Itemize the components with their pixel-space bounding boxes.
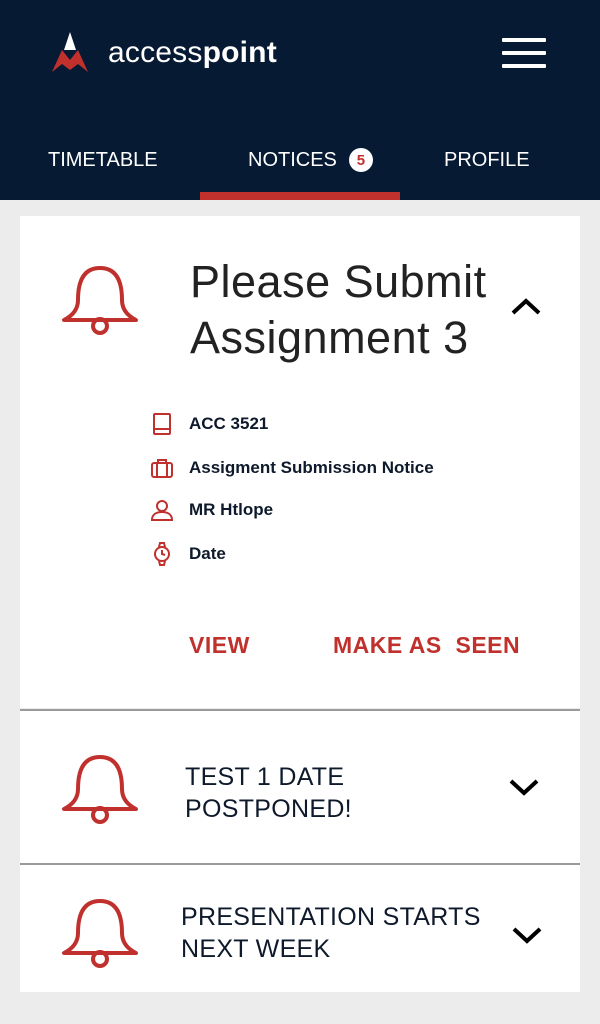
notice-card[interactable]: TEST 1 DATE POSTPONED!	[20, 709, 580, 864]
active-tab-indicator	[200, 192, 400, 200]
app-header: accesspoint TIMETABLE NOTICES 5 PROFILE	[0, 0, 600, 200]
accesspoint-logo	[52, 32, 88, 72]
briefcase-icon	[151, 459, 173, 478]
chevron-down-icon[interactable]	[511, 925, 543, 945]
tab-label: PROFILE	[444, 148, 530, 171]
notice-title: TEST 1 DATE POSTPONED!	[185, 763, 352, 823]
watch-icon	[154, 542, 170, 566]
chevron-down-icon[interactable]	[508, 777, 540, 797]
notice-card[interactable]: PRESENTATION STARTS NEXT WEEK	[20, 863, 580, 992]
notice-card[interactable]: Please Submit Assignment 3 ACC 3521 Assi…	[20, 216, 580, 708]
tab-label: TIMETABLE	[48, 148, 158, 171]
notice-title: Please Submit Assignment 3	[190, 256, 487, 363]
book-icon	[153, 413, 171, 435]
course-code-row: ACC 3521	[150, 412, 268, 436]
tab-profile[interactable]: PROFILE	[444, 140, 530, 180]
notice-title: PRESENTATION STARTS NEXT WEEK	[181, 903, 481, 963]
bell-icon	[62, 755, 138, 824]
lecturer-row: MR Htlope	[150, 498, 273, 522]
chevron-up-icon[interactable]	[510, 296, 542, 316]
date-row: Date	[150, 542, 226, 566]
brand-name: accesspoint	[108, 36, 277, 69]
view-button[interactable]: VIEW	[189, 632, 250, 659]
tab-timetable[interactable]: TIMETABLE	[48, 140, 158, 180]
tab-notices[interactable]: NOTICES 5	[248, 140, 373, 180]
hamburger-menu-icon[interactable]	[502, 38, 548, 68]
person-icon	[150, 500, 174, 521]
notices-count-badge: 5	[348, 148, 373, 172]
tab-label: NOTICES	[248, 148, 337, 171]
bell-icon	[62, 899, 138, 968]
notice-type-row: Assigment Submission Notice	[150, 456, 434, 480]
bell-icon	[62, 266, 138, 335]
mark-as-seen-button[interactable]: MAKE AS SEEN	[333, 632, 520, 659]
